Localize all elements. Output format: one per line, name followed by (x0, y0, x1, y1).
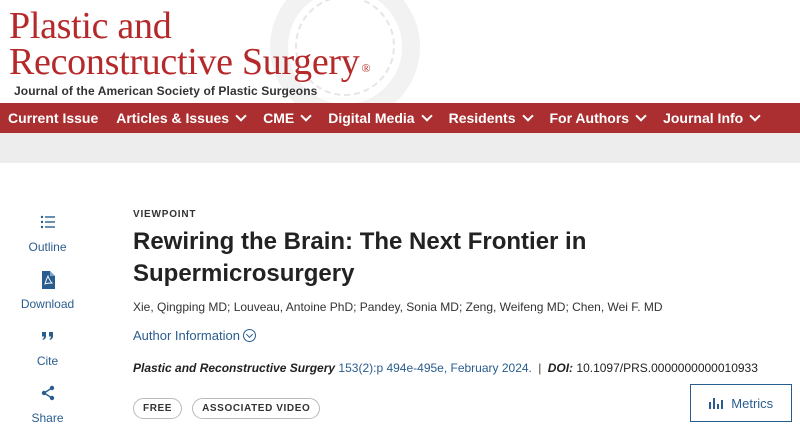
sidebar-item-share[interactable]: Share (0, 385, 95, 425)
pdf-icon (0, 271, 95, 291)
nav-item-label: For Authors (549, 110, 630, 126)
share-icon (0, 385, 95, 405)
chevron-down-icon (242, 329, 256, 342)
article-type-label: VIEWPOINT (133, 209, 197, 220)
nav-item-residents[interactable]: Residents (441, 103, 534, 133)
metrics-label: Metrics (731, 395, 774, 411)
chevron-down-icon (300, 110, 312, 122)
chevron-down-icon (521, 110, 534, 122)
journal-name-line1: Plastic and (9, 5, 172, 47)
author-list: Xie, Qingping MD; Louveau, Antoine PhD; … (133, 300, 663, 314)
citation-separator: | (538, 361, 542, 375)
nav-item-label: Digital Media (328, 110, 415, 126)
nav-item-cme[interactable]: CME (255, 103, 312, 133)
registered-mark: ® (361, 61, 371, 75)
journal-subtitle: Journal of the American Society of Plast… (14, 84, 318, 98)
masthead: Plastic and Reconstructive Surgery ® Jour… (0, 0, 800, 103)
nav-item-label: Current Issue (8, 110, 99, 126)
citation-line: Plastic and Reconstructive Surgery 153(2… (133, 361, 758, 375)
doi-value: 10.1097/PRS.0000000000010933 (576, 361, 758, 375)
grey-band (0, 133, 800, 163)
sidebar-item-label: Download (20, 297, 75, 311)
citation-volume-link[interactable]: 153(2):p 494e-495e, February 2024. (338, 361, 531, 375)
sidebar-item-outline[interactable]: Outline (0, 214, 95, 254)
chevron-down-icon (420, 110, 433, 122)
chevron-down-icon (235, 110, 247, 122)
sidebar-item-label: Cite (36, 354, 59, 368)
doi-label: DOI: (547, 361, 574, 375)
nav-item-digital-media[interactable]: Digital Media (320, 103, 433, 133)
chevron-down-icon (749, 110, 761, 122)
sidebar-item-download[interactable]: Download (0, 271, 95, 311)
nav-item-label: Articles & Issues (116, 110, 230, 126)
sidebar-item-cite[interactable]: Cite (0, 328, 95, 368)
journal-name-line2: Reconstructive Surgery ® (9, 41, 371, 83)
associated-video-badge: ASSOCIATED VIDEO (192, 398, 321, 419)
nav-item-articles-issues[interactable]: Articles & Issues (108, 103, 247, 133)
author-information-label: Author Information (133, 328, 240, 343)
metrics-button[interactable]: Metrics (690, 384, 792, 422)
sidebar-item-label: Share (31, 411, 64, 425)
nav-item-label: Residents (448, 110, 516, 126)
bar-chart-icon (708, 397, 724, 409)
sidebar-item-label: Outline (28, 240, 67, 254)
author-information-toggle[interactable]: Author Information (133, 328, 256, 343)
quote-icon (0, 328, 95, 348)
nav-item-label: Journal Info (663, 110, 744, 126)
chevron-down-icon (635, 110, 647, 122)
journal-logo[interactable]: Plastic and Reconstructive Surgery ® (9, 5, 371, 83)
free-badge: FREE (133, 398, 183, 419)
nav-item-current-issue[interactable]: Current Issue (0, 103, 98, 133)
nav-item-journal-info[interactable]: Journal Info (655, 103, 761, 133)
article-title: Rewiring the Brain: The Next Frontier in… (133, 228, 587, 287)
nav-item-for-authors[interactable]: For Authors (542, 103, 647, 133)
article-tags: FREE ASSOCIATED VIDEO (133, 398, 321, 419)
list-icon (0, 214, 95, 234)
citation-journal: Plastic and Reconstructive Surgery (133, 361, 336, 375)
nav-item-label: CME (263, 110, 295, 126)
main-navigation: Current Issue Articles & Issues CME Digital… (0, 103, 800, 133)
